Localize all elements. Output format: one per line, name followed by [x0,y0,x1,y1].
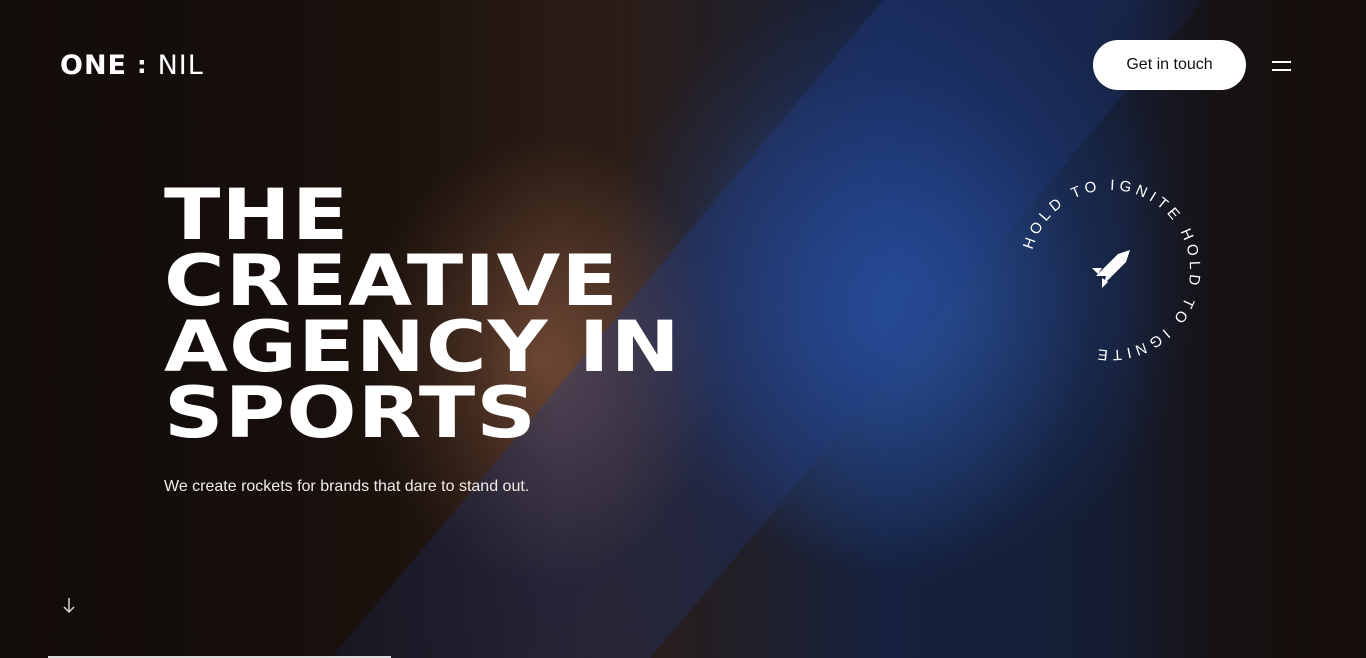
logo-one: ONE [60,49,127,81]
logo-colon: : [137,51,148,79]
ignite-badge-svg: HOLD TO IGNITE HOLD TO IGNITE [1020,177,1199,363]
arrow-down-icon [63,598,75,614]
hamburger-icon-line [1271,69,1291,71]
logo-nil: NIL [157,49,204,81]
headline-line-4: SPORTS [164,372,538,454]
headline-line-3: AGENCY IN [164,306,681,388]
headline-line-2: CREATIVE [164,240,620,322]
rocket-icon [1092,250,1130,288]
hamburger-icon [1271,61,1291,63]
scroll-down-button[interactable] [61,596,77,616]
hero-tagline: We create rockets for brands that dare t… [164,478,530,495]
logo-link[interactable]: ONE : NIL [60,49,204,81]
get-in-touch-button[interactable]: Get in touch [1093,40,1246,90]
menu-button[interactable] [1266,56,1296,76]
hold-to-ignite-button[interactable]: HOLD TO IGNITE HOLD TO IGNITE [1010,170,1210,370]
headline-line-1: THE [164,174,350,256]
hero-headline: THE CREATIVE AGENCY IN SPORTS [164,174,872,454]
